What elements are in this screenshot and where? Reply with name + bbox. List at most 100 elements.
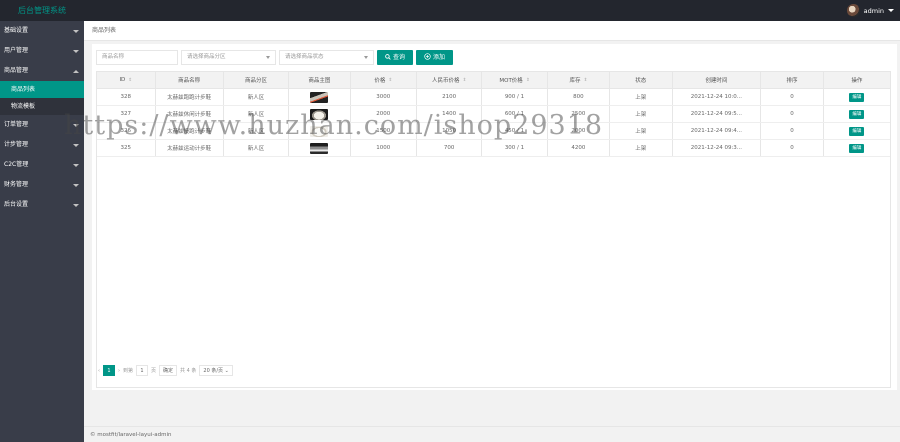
status-select[interactable]: 请选择商品状态 <box>279 50 374 65</box>
sidebar-item-label: C2C管理 <box>4 161 29 168</box>
sort-icon[interactable]: ⇕ <box>388 78 392 83</box>
table-row[interactable]: 327 太赫兹休闲计步鞋 新人区 2000 1400 600 / 1 2500 … <box>97 106 890 123</box>
cell-image <box>289 89 351 105</box>
breadcrumb-item[interactable]: 商品列表 <box>92 27 116 34</box>
product-name-input[interactable]: 商品名称 <box>96 50 178 65</box>
cell-name: 太赫兹运动计步鞋 <box>156 140 224 156</box>
sort-icon[interactable]: ⇕ <box>128 78 132 83</box>
edit-button[interactable]: 编辑 <box>849 92 865 102</box>
sidebar-item-label: 用户管理 <box>4 47 29 54</box>
sidebar-item-users[interactable]: 用户管理 <box>0 41 84 61</box>
cell-id: 325 <box>97 140 156 156</box>
column-header-rmb-price[interactable]: 人民币价格 ⇕ <box>417 72 483 88</box>
sidebar-item-label: 订单管理 <box>4 121 29 128</box>
cell-sort-order: 0 <box>761 123 824 139</box>
sidebar-item-label: 财务管理 <box>4 181 29 188</box>
username[interactable]: admin <box>864 7 884 15</box>
sidebar-item-label: 基础设置 <box>4 27 29 34</box>
chevron-up-icon <box>73 70 79 73</box>
column-header-stock[interactable]: 库存 ⇕ <box>548 72 611 88</box>
sidebar-item-steps[interactable]: 计步管理 <box>0 135 84 155</box>
pagination: ‹ 1 › 到第 1 页 确定 共 4 条 20 条/页 ⌄ <box>98 364 233 377</box>
column-header-label: 商品名称 <box>178 78 201 84</box>
edit-button[interactable]: 编辑 <box>849 143 865 153</box>
page-number-current[interactable]: 1 <box>103 365 115 376</box>
cell-rmb-price: 1050 <box>417 123 483 139</box>
user-menu[interactable]: admin <box>846 4 894 17</box>
product-list-card: 商品名称 请选择商品分区 请选择商品状态 查询 添加 ID ⇕ 商品名称 商品分区… <box>92 44 897 390</box>
cell-category: 新人区 <box>224 106 290 122</box>
column-header-status: 状态 <box>610 72 673 88</box>
query-button[interactable]: 查询 <box>377 50 413 65</box>
chevron-down-icon <box>364 56 368 59</box>
table-row[interactable]: 328 太赫兹跑跑计步鞋 新人区 3000 2100 900 / 1 800 上… <box>97 89 890 106</box>
add-button-label: 添加 <box>432 54 445 61</box>
cell-price: 2000 <box>351 106 417 122</box>
total-count: 共 4 条 <box>180 368 197 374</box>
sidebar-item-c2c[interactable]: C2C管理 <box>0 155 84 175</box>
cell-id: 328 <box>97 89 156 105</box>
add-button[interactable]: 添加 <box>416 50 453 65</box>
cell-mot-price: 900 / 1 <box>482 89 548 105</box>
sidebar-item-finance[interactable]: 财务管理 <box>0 175 84 195</box>
table-row[interactable]: 326 太赫兹慢跑计步鞋 新人区 1500 1050 450 / 1 2000 … <box>97 123 890 140</box>
edit-button[interactable]: 编辑 <box>849 126 865 136</box>
column-header-label: 操作 <box>851 78 863 84</box>
cell-rmb-price: 700 <box>417 140 483 156</box>
cell-name: 太赫兹休闲计步鞋 <box>156 106 224 122</box>
goto-page-input[interactable]: 1 <box>136 365 149 376</box>
edit-button[interactable]: 编辑 <box>849 109 865 119</box>
sidebar-item-basic-settings[interactable]: 基础设置 <box>0 21 84 41</box>
chevron-down-icon <box>73 184 79 187</box>
cell-sort-order: 0 <box>761 106 824 122</box>
cell-category: 新人区 <box>224 89 290 105</box>
cell-status: 上架 <box>610 123 673 139</box>
sidebar-item-orders[interactable]: 订单管理 <box>0 115 84 135</box>
cell-mot-price: 600 / 1 <box>482 106 548 122</box>
cell-sort-order: 0 <box>761 140 824 156</box>
sort-icon[interactable]: ⇕ <box>463 78 467 83</box>
cell-image <box>289 140 351 156</box>
column-header-price[interactable]: 价格 ⇕ <box>351 72 417 88</box>
table-row[interactable]: 325 太赫兹运动计步鞋 新人区 1000 700 300 / 1 4200 上… <box>97 140 890 157</box>
status-select-placeholder: 请选择商品状态 <box>285 54 324 60</box>
category-select[interactable]: 请选择商品分区 <box>181 50 276 65</box>
chevron-down-icon[interactable] <box>888 9 894 12</box>
shoe-image[interactable] <box>310 142 329 154</box>
chevron-down-icon <box>73 164 79 167</box>
sidebar-subitem-shipping-template[interactable]: 物流模板 <box>0 98 84 115</box>
shoe-image[interactable] <box>310 108 329 120</box>
column-header-id[interactable]: ID ⇕ <box>97 72 156 88</box>
column-header-label: 价格 <box>374 78 386 84</box>
page-size-value: 20 条/页 <box>203 368 224 374</box>
column-header-category: 商品分区 <box>224 72 290 88</box>
next-page-button[interactable]: › <box>118 368 120 374</box>
chevron-down-icon <box>73 204 79 207</box>
top-bar: 后台管理系统 admin <box>0 0 900 21</box>
shoe-image[interactable] <box>310 91 329 103</box>
chevron-down-icon <box>266 56 270 59</box>
cell-created: 2021-12-24 09:4... <box>673 123 762 139</box>
column-header-label: 排序 <box>786 78 798 84</box>
sort-icon[interactable]: ⇕ <box>584 78 588 83</box>
cell-stock: 4200 <box>548 140 611 156</box>
cell-price: 1500 <box>351 123 417 139</box>
sidebar-subitem-product-list[interactable]: 商品列表 <box>0 81 84 98</box>
shoe-image[interactable] <box>310 125 329 137</box>
cell-status: 上架 <box>610 89 673 105</box>
column-header-mot-price[interactable]: MOT价格 ⇕ <box>482 72 548 88</box>
column-header-label: 商品分区 <box>244 78 267 84</box>
sidebar-item-admin-settings[interactable]: 后台设置 <box>0 195 84 215</box>
prev-page-button[interactable]: ‹ <box>98 368 100 374</box>
column-header-label: 人民币价格 <box>431 78 460 84</box>
page-size-select[interactable]: 20 条/页 ⌄ <box>199 365 233 376</box>
sidebar-item-products[interactable]: 商品管理 <box>0 61 84 81</box>
cell-price: 3000 <box>351 89 417 105</box>
column-header-created: 创建时间 <box>673 72 762 88</box>
cell-status: 上架 <box>610 106 673 122</box>
sort-icon[interactable]: ⇕ <box>526 78 530 83</box>
cell-category: 新人区 <box>224 140 290 156</box>
avatar[interactable] <box>846 4 860 17</box>
cell-stock: 2000 <box>548 123 611 139</box>
goto-confirm-button[interactable]: 确定 <box>159 365 178 376</box>
